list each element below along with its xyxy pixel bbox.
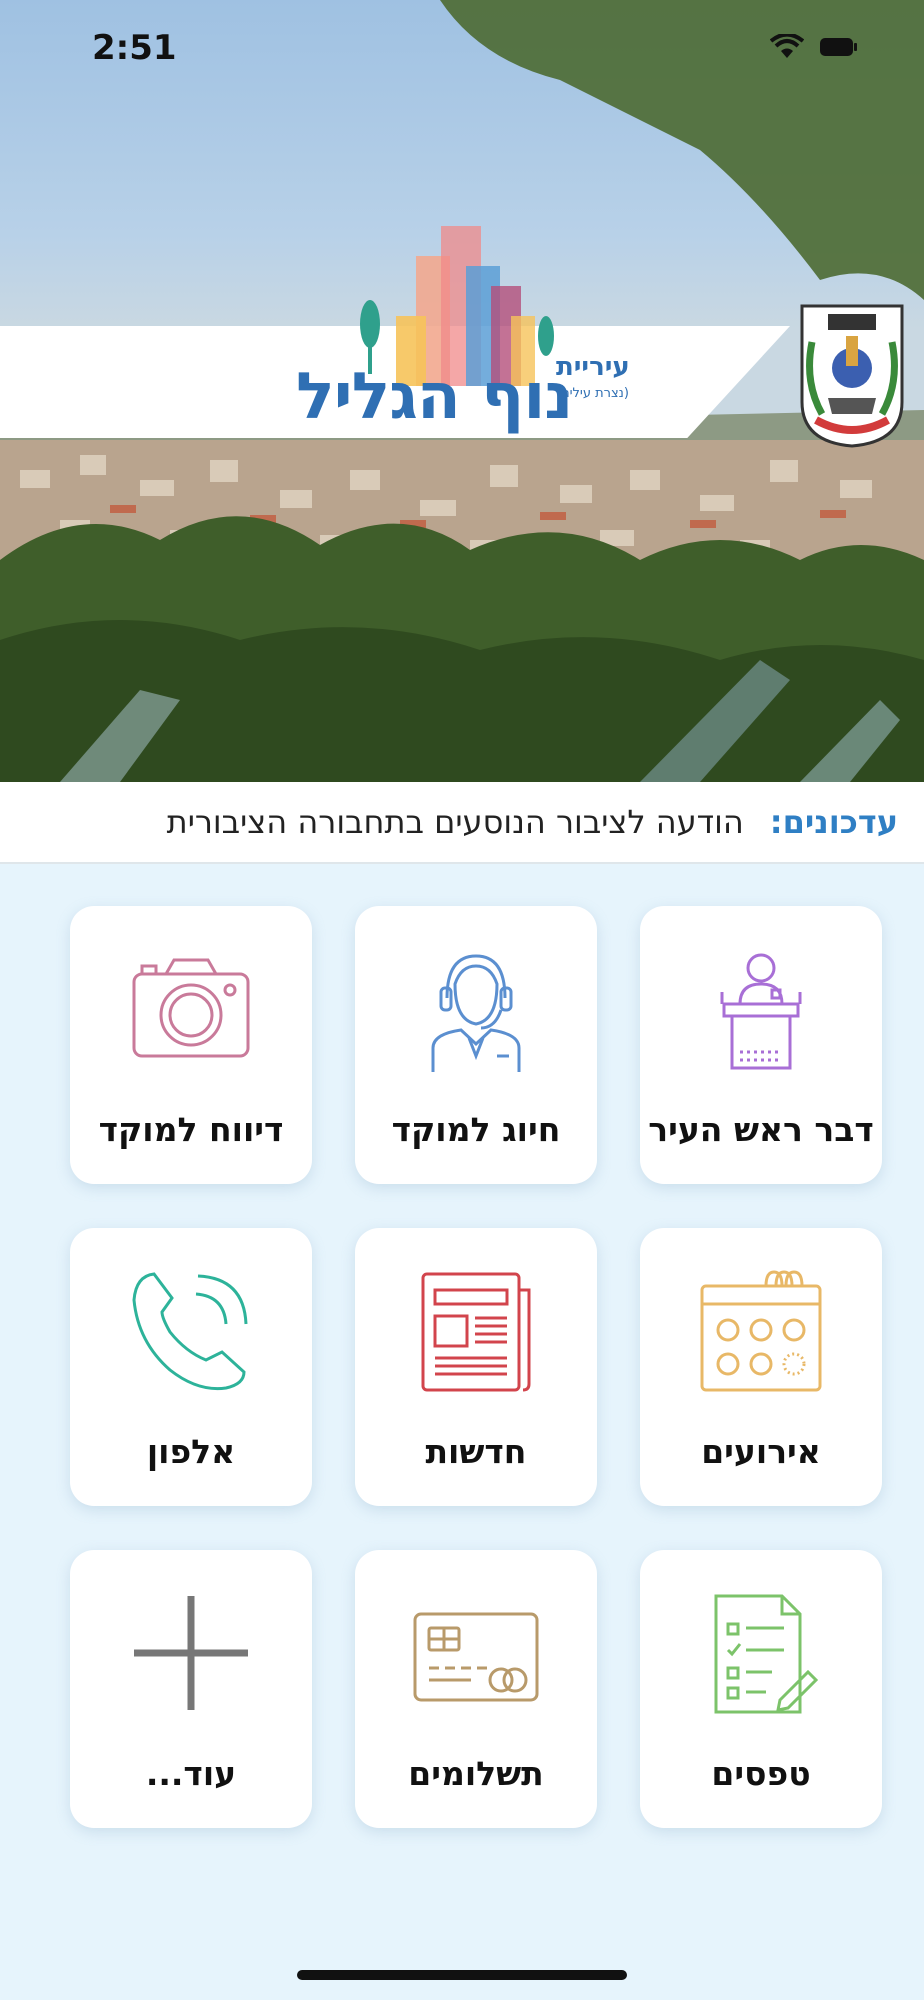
phone-icon <box>132 1272 248 1391</box>
logo-city-name: נוף הגליל <box>296 360 573 434</box>
ticker-text[interactable]: הודעה לציבור הנוסעים בתחבורה הציבורית <box>167 803 744 841</box>
newspaper-icon <box>421 1272 531 1392</box>
tile-events[interactable]: אירועים <box>640 1228 882 1506</box>
tile-label: דיווח למוקד <box>98 1110 284 1149</box>
tile-more[interactable]: עוד... <box>70 1550 312 1828</box>
ticker-label: עדכונים: <box>769 803 898 841</box>
status-icons <box>770 34 858 60</box>
tile-mayor-message[interactable]: דבר ראש העיר <box>640 906 882 1184</box>
credit-card-icon <box>413 1612 539 1702</box>
hero-image: 2:51 עיריית (נצרת עילית) נוף הגליל <box>0 0 924 782</box>
tile-label: חדשות <box>425 1432 527 1471</box>
tile-label: דבר ראש העיר <box>648 1110 874 1149</box>
tile-forms[interactable]: טפסים <box>640 1550 882 1828</box>
tile-news[interactable]: חדשות <box>355 1228 597 1506</box>
call-center-agent-icon <box>431 954 521 1072</box>
tile-label: טפסים <box>711 1754 811 1793</box>
status-time: 2:51 <box>92 28 177 68</box>
services-grid: דבר ראש העיר חיוג למוקד דיווח למוקד אירו… <box>42 906 882 1828</box>
tile-call-center[interactable]: חיוג למוקד <box>355 906 597 1184</box>
tile-label: תשלומים <box>408 1754 544 1793</box>
battery-icon <box>820 38 857 56</box>
tile-label: אירועים <box>701 1432 821 1471</box>
tile-label: אלפון <box>146 1432 236 1471</box>
city-crest-icon <box>800 304 904 448</box>
mayor-podium-icon <box>720 953 802 1070</box>
calendar-icon <box>700 1270 822 1392</box>
tile-payments[interactable]: תשלומים <box>355 1550 597 1828</box>
wifi-icon <box>770 34 804 58</box>
home-indicator[interactable] <box>297 1970 627 1980</box>
plus-icon <box>134 1596 248 1710</box>
tile-label: חיוג למוקד <box>391 1110 561 1149</box>
news-ticker[interactable]: עדכונים: הודעה לציבור הנוסעים בתחבורה הצ… <box>0 782 924 864</box>
tile-label: עוד... <box>145 1754 237 1793</box>
tile-report[interactable]: דיווח למוקד <box>70 906 312 1184</box>
camera-icon <box>132 958 250 1058</box>
form-icon <box>714 1594 819 1714</box>
tile-phonebook[interactable]: אלפון <box>70 1228 312 1506</box>
